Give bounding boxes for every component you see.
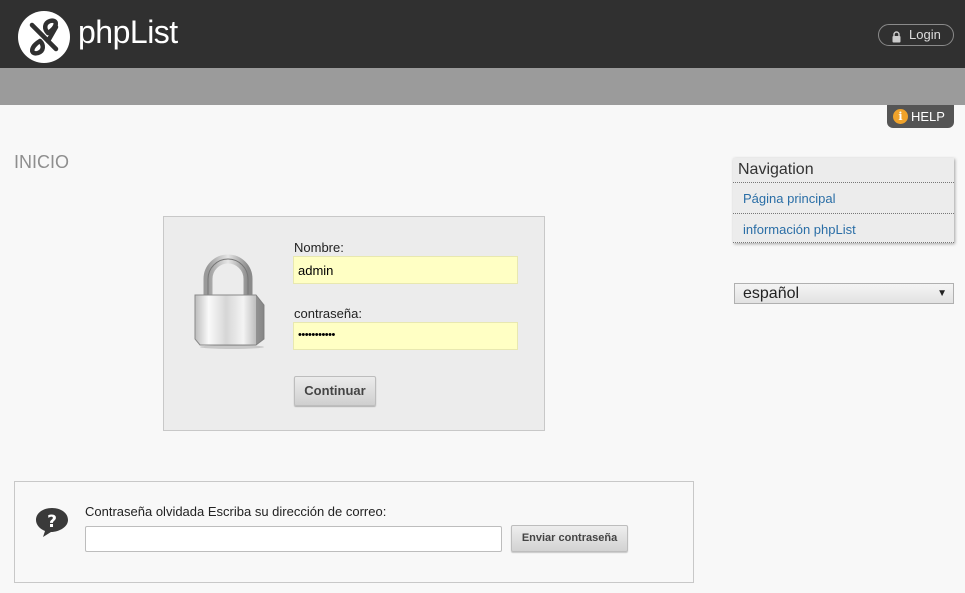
email-field[interactable] <box>85 526 502 552</box>
nav-item-home[interactable]: Página principal <box>733 183 954 213</box>
page-title: INICIO <box>14 152 70 172</box>
sub-navigation-bar <box>0 68 965 105</box>
question-bubble-icon: ? <box>35 506 69 543</box>
name-field[interactable]: admin <box>293 256 518 284</box>
send-password-button[interactable]: Enviar contraseña <box>511 525 628 552</box>
brand-name: phpList <box>78 14 178 50</box>
forgot-password-label: Contraseña olvidada Escriba su dirección… <box>85 504 387 519</box>
language-select[interactable]: español ▼ <box>734 283 954 304</box>
forgot-password-form: ? Contraseña olvidada Escriba su direcci… <box>14 481 694 583</box>
top-bar: phpList Login <box>0 0 965 68</box>
help-label: HELP <box>911 109 945 124</box>
help-button[interactable]: i HELP <box>887 105 954 128</box>
info-icon: i <box>893 109 908 124</box>
password-field[interactable]: ••••••••••• <box>293 322 518 350</box>
lock-icon <box>891 29 902 49</box>
login-button[interactable]: Login <box>878 24 954 46</box>
password-label: contraseña: <box>294 306 362 321</box>
language-selected: español <box>743 285 800 302</box>
navigation-panel: Navigation Página principal información … <box>733 158 954 243</box>
continue-button[interactable]: Continuar <box>294 376 376 406</box>
chevron-down-icon: ▼ <box>937 288 947 299</box>
phplist-logo-icon[interactable] <box>18 11 70 63</box>
navigation-title: Navigation <box>738 161 814 178</box>
svg-text:?: ? <box>47 512 57 532</box>
padlock-icon <box>192 253 272 354</box>
nav-item-phplist-info[interactable]: información phpList <box>733 213 954 243</box>
name-label: Nombre: <box>294 240 344 255</box>
login-form: Nombre: admin contraseña: ••••••••••• Co… <box>163 216 545 431</box>
login-label: Login <box>909 27 941 42</box>
